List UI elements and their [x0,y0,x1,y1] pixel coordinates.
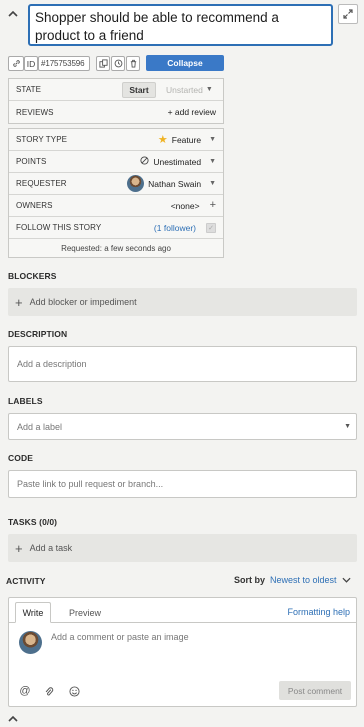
history-icon[interactable] [111,56,125,71]
requester-value: Nathan Swain [148,178,202,189]
reviews-row: REVIEWS + add review [9,101,223,123]
story-title-input[interactable]: Shopper should be able to recommend a pr… [28,4,333,46]
follow-label: FOLLOW THIS STORY [16,223,102,232]
link-icon[interactable] [8,56,24,71]
plus-icon: + [15,294,23,310]
owners-label: OWNERS [16,201,53,210]
copy-icon[interactable] [96,56,110,71]
emoji-icon[interactable] [67,684,81,698]
add-blocker-button[interactable]: + Add blocker or impediment [8,288,357,316]
chevron-down-icon[interactable] [342,575,351,585]
caret-down-icon: ▼ [209,158,216,165]
collapse-button[interactable]: Collapse [146,55,224,71]
caret-down-icon: ▼ [209,136,216,143]
code-link-input[interactable]: Paste link to pull request or branch... [8,470,357,498]
unestimated-icon [140,156,149,167]
details-panel: STORY TYPE ★ Feature ▼ POINTS Unestimate… [8,128,224,258]
state-panel: STATE Start Unstarted ▼ REVIEWS + add re… [8,78,224,124]
description-input[interactable]: Add a description [8,346,357,382]
start-button[interactable]: Start [122,81,156,98]
star-icon: ★ [157,134,168,146]
reviews-label: REVIEWS [16,107,54,117]
id-label: ID [24,56,38,71]
labels-input[interactable]: Add a label ▼ [8,413,357,440]
paperclip-icon[interactable] [42,684,56,698]
expand-icon[interactable] [338,4,358,24]
requested-timestamp: Requested: a few seconds ago [61,244,171,253]
story-type-row[interactable]: STORY TYPE ★ Feature ▼ [9,129,223,151]
follower-count-link[interactable]: (1 follower) [154,223,196,233]
state-value: Unstarted [166,84,203,95]
requested-row: Requested: a few seconds ago [9,239,223,258]
formatting-help-link[interactable]: Formatting help [287,607,350,617]
requester-label: REQUESTER [16,179,67,188]
post-comment-button[interactable]: Post comment [279,681,351,700]
comment-composer: Write Preview Formatting help Add a comm… [8,597,357,707]
tasks-heading: TASKS (0/0) [8,517,58,527]
add-owner-plus-icon[interactable]: + [210,200,216,211]
comment-input[interactable]: Add a comment or paste an image [51,632,189,642]
story-type-label: STORY TYPE [16,135,68,144]
state-row: STATE Start Unstarted ▼ [9,79,223,101]
collapse-chevron-up-icon[interactable] [6,6,20,20]
follow-checkbox[interactable]: ✓ [206,222,216,233]
user-avatar [19,631,42,654]
points-row[interactable]: POINTS Unestimated ▼ [9,151,223,173]
tab-write[interactable]: Write [15,602,51,623]
description-heading: DESCRIPTION [8,329,68,339]
requester-avatar [127,175,145,192]
caret-down-icon: ▼ [205,86,213,93]
add-blocker-label: Add blocker or impediment [29,297,137,307]
caret-down-icon[interactable]: ▼ [344,423,351,430]
add-task-label: Add a task [29,543,73,553]
add-task-button[interactable]: + Add a task [8,534,357,562]
requester-row[interactable]: REQUESTER Nathan Swain ▼ [9,173,223,195]
sort-by-label: Sort by [234,575,266,585]
follow-row: FOLLOW THIS STORY (1 follower) ✓ [9,217,223,239]
at-icon[interactable]: @ [18,684,32,698]
activity-heading: ACTIVITY [6,576,46,586]
story-id-value[interactable]: #175753596 [38,56,90,71]
sort-control[interactable]: Sort by Newest to oldest [234,575,351,585]
state-label: STATE [16,85,42,94]
blockers-heading: BLOCKERS [8,271,57,281]
points-label: POINTS [16,157,47,166]
labels-placeholder: Add a label [17,421,63,432]
plus-icon: + [15,540,23,556]
tab-preview[interactable]: Preview [59,602,111,623]
add-review-link[interactable]: + add review [168,107,216,117]
caret-down-icon: ▼ [209,180,216,187]
owners-value[interactable]: <none> [171,201,200,211]
points-value: Unestimated [153,156,202,167]
trash-icon[interactable] [126,56,140,71]
code-heading: CODE [8,453,33,463]
chevron-up-icon[interactable] [6,711,20,725]
sort-value[interactable]: Newest to oldest [270,575,337,585]
story-type-value: Feature [171,134,202,145]
labels-heading: LABELS [8,396,43,406]
state-dropdown[interactable]: Unstarted ▼ [166,85,216,95]
owners-row: OWNERS <none> + [9,195,223,217]
